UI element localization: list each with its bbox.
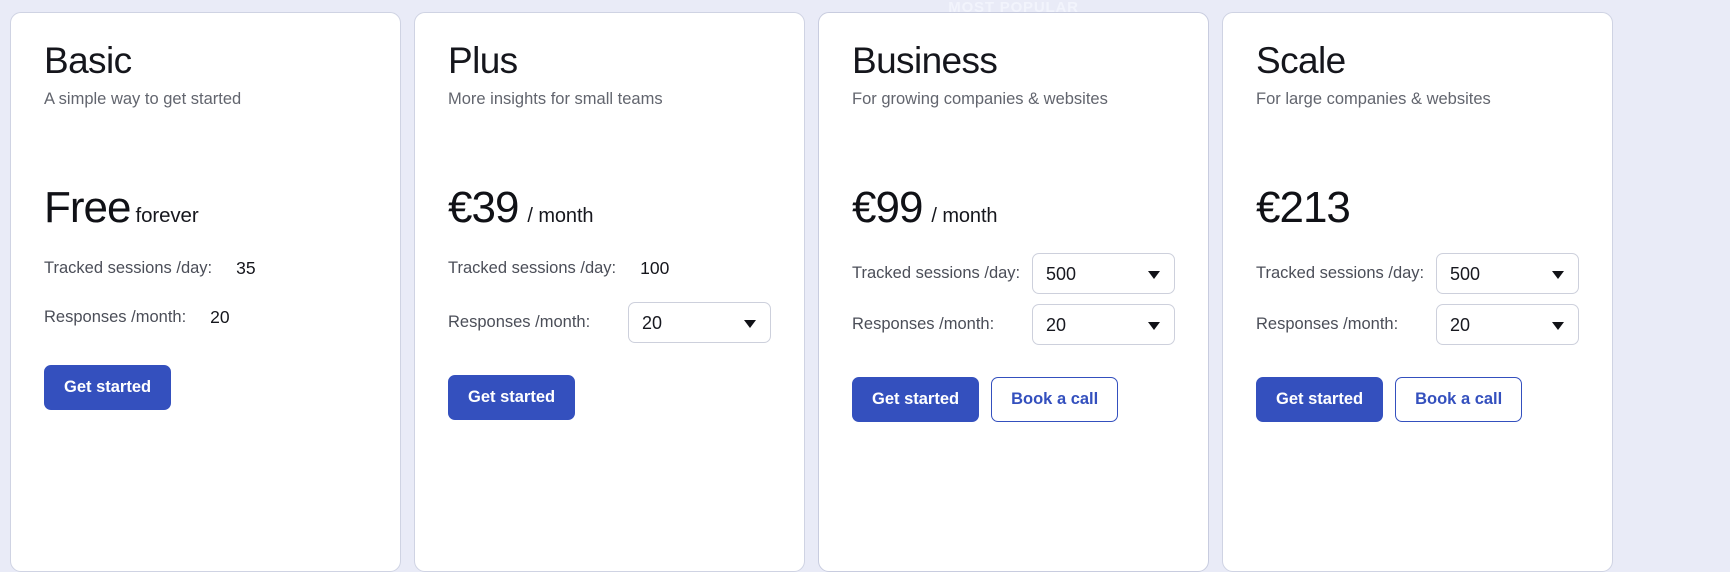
- book-a-call-button[interactable]: Book a call: [1395, 376, 1523, 422]
- plan-tagline: A simple way to get started: [44, 90, 242, 109]
- plan-price-amount: Free: [44, 182, 131, 232]
- plan-spec-label: Tracked sessions /day:: [1256, 264, 1425, 283]
- plan-spec-row: Tracked sessions /day: 100: [448, 252, 771, 286]
- book-a-call-button[interactable]: Book a call: [991, 376, 1119, 422]
- plan-spec-row: Tracked sessions /day: 35: [44, 252, 367, 286]
- plan-price-row: €213: [1256, 182, 1579, 232]
- plan-card-scale: Scale For large companies & websites €213 T…: [1222, 12, 1613, 572]
- most-popular-badge: MOST POPULAR: [948, 0, 1079, 16]
- plan-price-period: forever: [135, 203, 199, 227]
- plan-spec-select-value: 500: [1046, 263, 1077, 284]
- get-started-button[interactable]: Get started: [44, 364, 172, 410]
- pricing-plans-grid: Basic A simple way to get started Free fore…: [0, 0, 1730, 572]
- plan-price-amount: €99: [852, 182, 923, 232]
- plan-spec-row: Responses /month: 20: [852, 303, 1175, 347]
- get-started-button[interactable]: Get started: [448, 374, 576, 420]
- chevron-down-icon[interactable]: [1148, 321, 1160, 330]
- plan-price-amount: €213: [1256, 182, 1351, 232]
- get-started-button[interactable]: Get started: [852, 376, 980, 422]
- plan-spec-label: Responses /month:: [44, 308, 187, 327]
- plan-spec-label: Tracked sessions /day:: [852, 264, 1021, 283]
- plan-spec-select-value: 500: [1450, 263, 1481, 284]
- plan-spec-label: Tracked sessions /day:: [448, 259, 617, 278]
- plan-price-period: / month: [527, 204, 594, 227]
- plan-spec-label: Responses /month:: [852, 315, 995, 334]
- plan-spec-value: 20: [210, 307, 230, 328]
- plan-spec-select-value: 20: [642, 312, 663, 333]
- plan-actions: Get started Book a call: [1256, 376, 1579, 422]
- chevron-down-icon[interactable]: [1552, 270, 1564, 279]
- plan-spec-list: Tracked sessions /day: 100 Responses /mont…: [448, 252, 771, 345]
- plan-spec-select-value: 20: [1046, 314, 1067, 335]
- plan-spec-select[interactable]: 20: [1436, 304, 1579, 346]
- plan-spec-label: Responses /month:: [448, 313, 591, 332]
- plan-spec-row: Responses /month: 20: [448, 301, 771, 345]
- plan-name: Scale: [1256, 40, 1346, 81]
- chevron-down-icon[interactable]: [1552, 321, 1564, 330]
- plan-card-plus: Plus More insights for small teams €39 / mo…: [414, 12, 805, 572]
- plan-spec-select-value: 20: [1450, 314, 1471, 335]
- plan-actions: Get started: [448, 374, 771, 420]
- plan-card-basic: Basic A simple way to get started Free fore…: [10, 12, 401, 572]
- plan-card-business: MOST POPULAR Business For growing companie…: [818, 0, 1209, 572]
- plan-spec-row: Tracked sessions /day: 500: [852, 252, 1175, 296]
- plan-spec-list: Tracked sessions /day: 35 Responses /month…: [44, 252, 367, 335]
- plan-spec-select[interactable]: 500: [1032, 253, 1175, 295]
- plan-spec-select[interactable]: 20: [628, 302, 771, 344]
- plan-price-row: €39 / month: [448, 182, 771, 232]
- plan-spec-select[interactable]: 500: [1436, 253, 1579, 295]
- plan-price-amount: €39: [448, 182, 519, 232]
- plan-spec-label: Responses /month:: [1256, 315, 1399, 334]
- plan-spec-select[interactable]: 20: [1032, 304, 1175, 346]
- plan-spec-value: 35: [236, 258, 256, 279]
- plan-price-row: €99 / month: [852, 182, 1175, 232]
- chevron-down-icon[interactable]: [744, 319, 756, 328]
- plan-tagline: For large companies & websites: [1256, 90, 1491, 109]
- plan-spec-label: Tracked sessions /day:: [44, 259, 213, 278]
- plan-spec-row: Responses /month: 20: [1256, 303, 1579, 347]
- plan-spec-value: 100: [640, 258, 670, 279]
- plan-spec-row: Tracked sessions /day: 500: [1256, 252, 1579, 296]
- plan-spec-row: Responses /month: 20: [44, 301, 367, 335]
- plan-actions: Get started: [44, 364, 367, 410]
- plan-spec-list: Tracked sessions /day: 500 Responses /mont…: [852, 252, 1175, 347]
- plan-name: Business: [852, 40, 998, 81]
- get-started-button[interactable]: Get started: [1256, 376, 1384, 422]
- plan-name: Basic: [44, 40, 132, 81]
- plan-price-row: Free forever: [44, 182, 367, 232]
- plan-tagline: For growing companies & websites: [852, 90, 1108, 109]
- plan-spec-list: Tracked sessions /day: 500 Responses /mont…: [1256, 252, 1579, 347]
- plan-price-period: / month: [931, 204, 998, 227]
- plan-actions: Get started Book a call: [852, 376, 1175, 422]
- chevron-down-icon[interactable]: [1148, 270, 1160, 279]
- plan-tagline: More insights for small teams: [448, 90, 663, 109]
- plan-name: Plus: [448, 40, 518, 81]
